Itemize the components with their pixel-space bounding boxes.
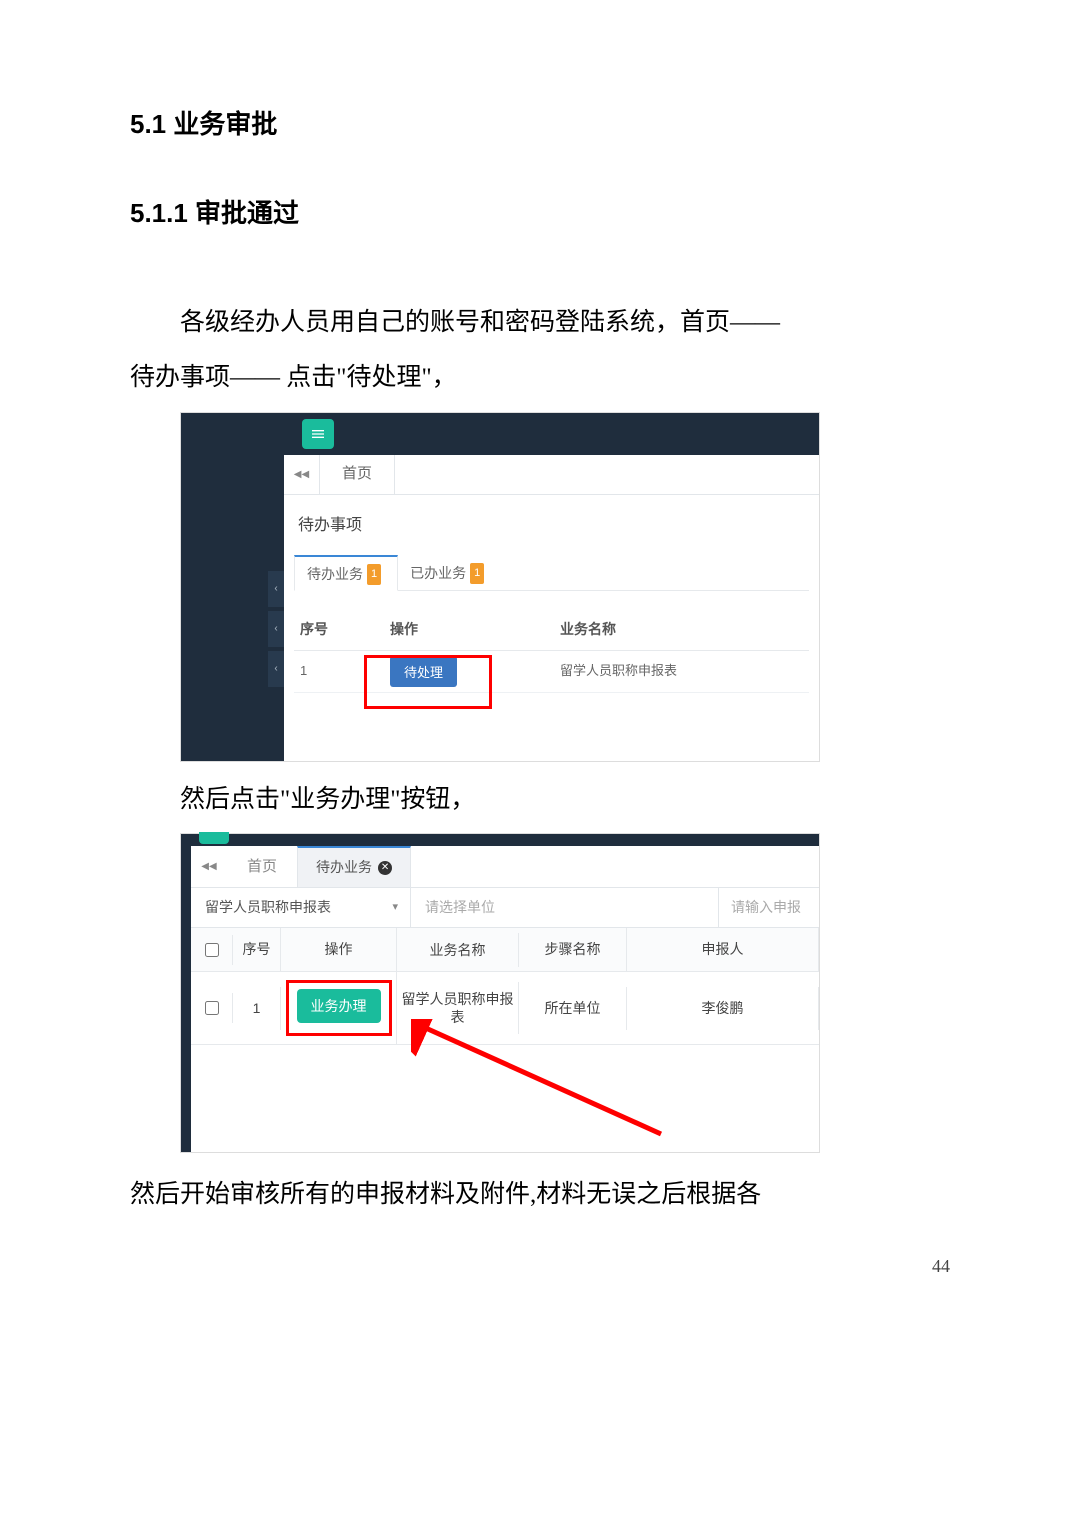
s1-content: 待办事项 待办业务 1 已办业务 1 序号 操作 业务名称 1 (284, 495, 819, 761)
th-op: 操作 (281, 928, 397, 971)
td-biz: 留学人员职称申报表 (560, 659, 809, 684)
pending-badge: 1 (367, 564, 381, 585)
filter-type-select[interactable]: 留学人员职称申报表 (191, 888, 411, 927)
heading-5-1-1: 5.1.1 审批通过 (130, 189, 950, 238)
tab-back-icon[interactable]: ◀◀ (284, 455, 320, 494)
checkbox-row[interactable] (205, 1001, 219, 1015)
th-seq: 序号 (300, 616, 390, 643)
td-seq: 1 (300, 659, 390, 684)
th-check (191, 935, 233, 965)
tab-close-icon[interactable]: ✕ (378, 861, 392, 875)
subtab-done-label: 已办业务 (410, 560, 466, 587)
paragraph-1b: 待办事项—— 点击"待处理"， (130, 354, 950, 402)
panel-title: 待办事项 (294, 509, 809, 555)
tab-home[interactable]: 首页 (320, 455, 395, 494)
paragraph-2: 然后点击"业务办理"按钮， (130, 776, 950, 824)
s2-topbar (191, 834, 819, 846)
paragraph-1a: 各级经办人员用自己的账号和密码登陆系统，首页—— (130, 299, 950, 347)
s2-tabbar: ◀◀ 首页 待办业务 ✕ (191, 846, 819, 888)
td-seq: 1 (233, 987, 281, 1030)
tab-pending-tasks[interactable]: 待办业务 ✕ (297, 846, 411, 887)
tab-active-label: 待办业务 (316, 854, 372, 881)
th-person: 申报人 (627, 928, 819, 971)
handle-button[interactable]: 业务办理 (297, 989, 381, 1023)
subtabs: 待办业务 1 已办业务 1 (294, 555, 809, 591)
filter-bar: 留学人员职称申报表 请选择单位 请输入申报 (191, 888, 819, 928)
table-header-row: 序号 操作 业务名称 步骤名称 申报人 (191, 928, 819, 972)
s1-sidebar: ‹ ‹ ‹ (181, 413, 284, 761)
hamburger-button[interactable] (302, 419, 334, 449)
s1-main: ◀◀ 首页 待办事项 待办业务 1 已办业务 1 序号 操作 业务名称 (284, 413, 819, 761)
tab-back-icon[interactable]: ◀◀ (191, 846, 227, 887)
s1-tabbar: ◀◀ 首页 (284, 455, 819, 495)
subtab-pending[interactable]: 待办业务 1 (294, 555, 398, 591)
paragraph-3: 然后开始审核所有的申报材料及附件,材料无误之后根据各 (130, 1171, 950, 1219)
s1-table: 序号 操作 业务名称 1 待处理 留学人员职称申报表 (294, 609, 809, 693)
red-highlight-box: 待处理 (390, 665, 457, 680)
th-step: 步骤名称 (519, 928, 627, 971)
th-biz: 业务名称 (560, 616, 809, 643)
red-highlight-box: 业务办理 (286, 980, 392, 1036)
screenshot-2: ◀◀ 首页 待办业务 ✕ 留学人员职称申报表 请选择单位 请输入申报 序号 操作… (180, 833, 820, 1153)
screenshot-1: ‹ ‹ ‹ ◀◀ 首页 待办事项 待办业务 1 已办业务 1 (180, 412, 820, 762)
td-op: 业务办理 (281, 972, 397, 1044)
s2-main: ◀◀ 首页 待办业务 ✕ 留学人员职称申报表 请选择单位 请输入申报 序号 操作… (191, 834, 819, 1152)
table-header-row: 序号 操作 业务名称 (294, 609, 809, 651)
tab-home[interactable]: 首页 (227, 846, 297, 887)
hamburger-icon (310, 426, 326, 442)
td-step: 所在单位 (519, 987, 627, 1030)
filter-unit-input[interactable]: 请选择单位 (411, 888, 719, 927)
pending-button[interactable]: 待处理 (390, 656, 457, 687)
sidebar-collapse-icon[interactable]: ‹ (268, 651, 284, 687)
s1-topbar (284, 413, 819, 455)
th-biz: 业务名称 (397, 933, 519, 967)
heading-5-1: 5.1 业务审批 (130, 100, 950, 149)
sidebar-collapse-icon[interactable]: ‹ (268, 611, 284, 647)
sidebar-collapse-icon[interactable]: ‹ (268, 571, 284, 607)
filter-report-input[interactable]: 请输入申报 (719, 888, 819, 927)
checkbox-all[interactable] (205, 943, 219, 957)
th-seq: 序号 (233, 928, 281, 971)
subtab-done[interactable]: 已办业务 1 (398, 555, 500, 590)
s2-table: 序号 操作 业务名称 步骤名称 申报人 1 业务办理 留学人员职称申报表 所在单… (191, 928, 819, 1045)
table-row: 1 业务办理 留学人员职称申报表 所在单位 李俊鹏 (191, 972, 819, 1045)
subtab-pending-label: 待办业务 (307, 561, 363, 588)
done-badge: 1 (470, 563, 484, 584)
page-number: 44 (130, 1249, 950, 1283)
s2-sidebar (181, 834, 191, 1152)
td-biz: 留学人员职称申报表 (397, 982, 519, 1034)
table-row: 1 待处理 留学人员职称申报表 (294, 651, 809, 693)
th-op: 操作 (390, 616, 560, 643)
td-person: 李俊鹏 (627, 987, 819, 1030)
td-op: 待处理 (390, 656, 560, 687)
td-check (191, 993, 233, 1023)
